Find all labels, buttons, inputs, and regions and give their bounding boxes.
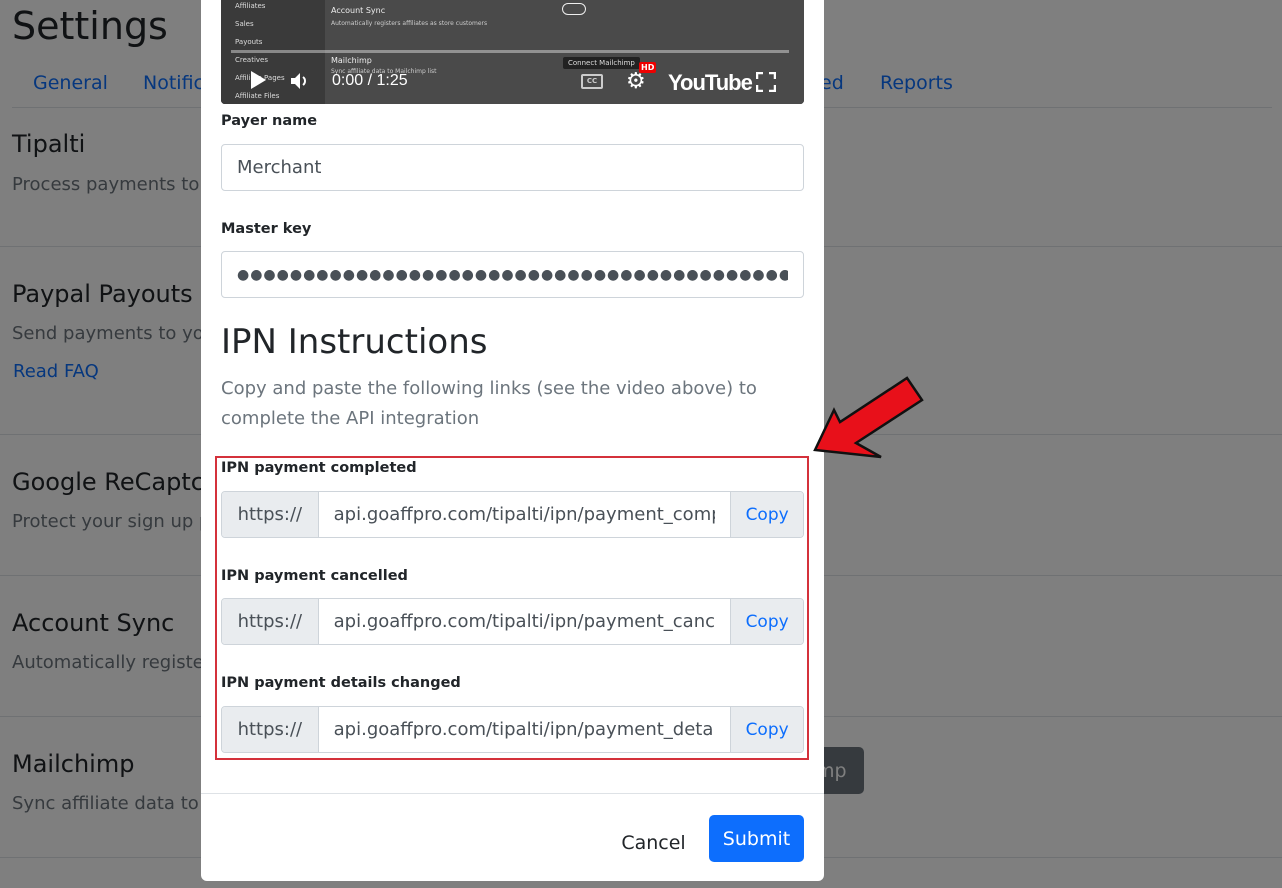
video-setting-title: Mailchimp xyxy=(331,56,372,65)
copy-button[interactable]: Copy xyxy=(730,492,803,537)
tutorial-video-player[interactable]: Affiliates Sales Payouts Creatives Affil… xyxy=(221,0,804,104)
video-tooltip: Connect Mailchimp xyxy=(563,57,640,69)
video-sidebar-item: Payouts xyxy=(235,38,263,46)
url-prefix: https:// xyxy=(222,492,319,537)
cancel-button[interactable]: Cancel xyxy=(611,820,696,866)
hd-badge: HD xyxy=(639,62,657,73)
ipn-payment-completed-input[interactable] xyxy=(318,492,731,537)
youtube-logo[interactable]: YouTube xyxy=(668,70,753,96)
ipn-instructions-title: IPN Instructions xyxy=(221,322,488,362)
submit-button[interactable]: Submit xyxy=(709,815,804,862)
ipn-payment-completed-label: IPN payment completed xyxy=(221,460,417,476)
video-sidebar-item: Affiliates xyxy=(235,2,266,10)
volume-icon[interactable] xyxy=(291,73,309,89)
modal-footer: Cancel Submit xyxy=(201,793,824,881)
payer-name-label: Payer name xyxy=(221,113,318,129)
ipn-payment-details-changed-label: IPN payment details changed xyxy=(221,675,461,691)
ipn-payment-completed-group: https:// Copy xyxy=(221,491,804,538)
ipn-instructions-desc: Copy and paste the following links (see … xyxy=(221,378,757,429)
play-icon[interactable] xyxy=(251,71,266,89)
video-progress-bar[interactable] xyxy=(231,50,789,53)
video-sidebar-item: Creatives xyxy=(235,56,268,64)
url-prefix: https:// xyxy=(222,707,319,752)
master-key-input[interactable] xyxy=(221,251,804,298)
video-setting-title: Account Sync xyxy=(331,6,386,15)
video-sidebar-item: Sales xyxy=(235,20,254,28)
ipn-payment-cancelled-input[interactable] xyxy=(318,599,731,644)
payer-name-input[interactable] xyxy=(221,144,804,191)
ipn-payment-cancelled-label: IPN payment cancelled xyxy=(221,568,408,584)
video-time: 0:00 / 1:25 xyxy=(332,72,408,89)
master-key-label: Master key xyxy=(221,221,312,237)
ipn-payment-details-changed-group: https:// Copy xyxy=(221,706,804,753)
ipn-payment-cancelled-group: https:// Copy xyxy=(221,598,804,645)
video-setting-desc: Automatically registers affiliates as st… xyxy=(331,20,488,27)
ipn-payment-details-changed-input[interactable] xyxy=(318,707,731,752)
url-prefix: https:// xyxy=(222,599,319,644)
tipalti-settings-modal: Affiliates Sales Payouts Creatives Affil… xyxy=(201,0,824,881)
video-toggle xyxy=(562,3,586,15)
annotation-arrow-icon xyxy=(813,376,924,459)
copy-button[interactable]: Copy xyxy=(730,707,803,752)
fullscreen-icon[interactable] xyxy=(756,72,776,92)
captions-icon[interactable]: CC xyxy=(581,74,603,89)
video-sidebar-item: Affiliate Files xyxy=(235,92,280,100)
settings-gear-icon[interactable]: ⚙ xyxy=(626,71,646,93)
copy-button[interactable]: Copy xyxy=(730,599,803,644)
